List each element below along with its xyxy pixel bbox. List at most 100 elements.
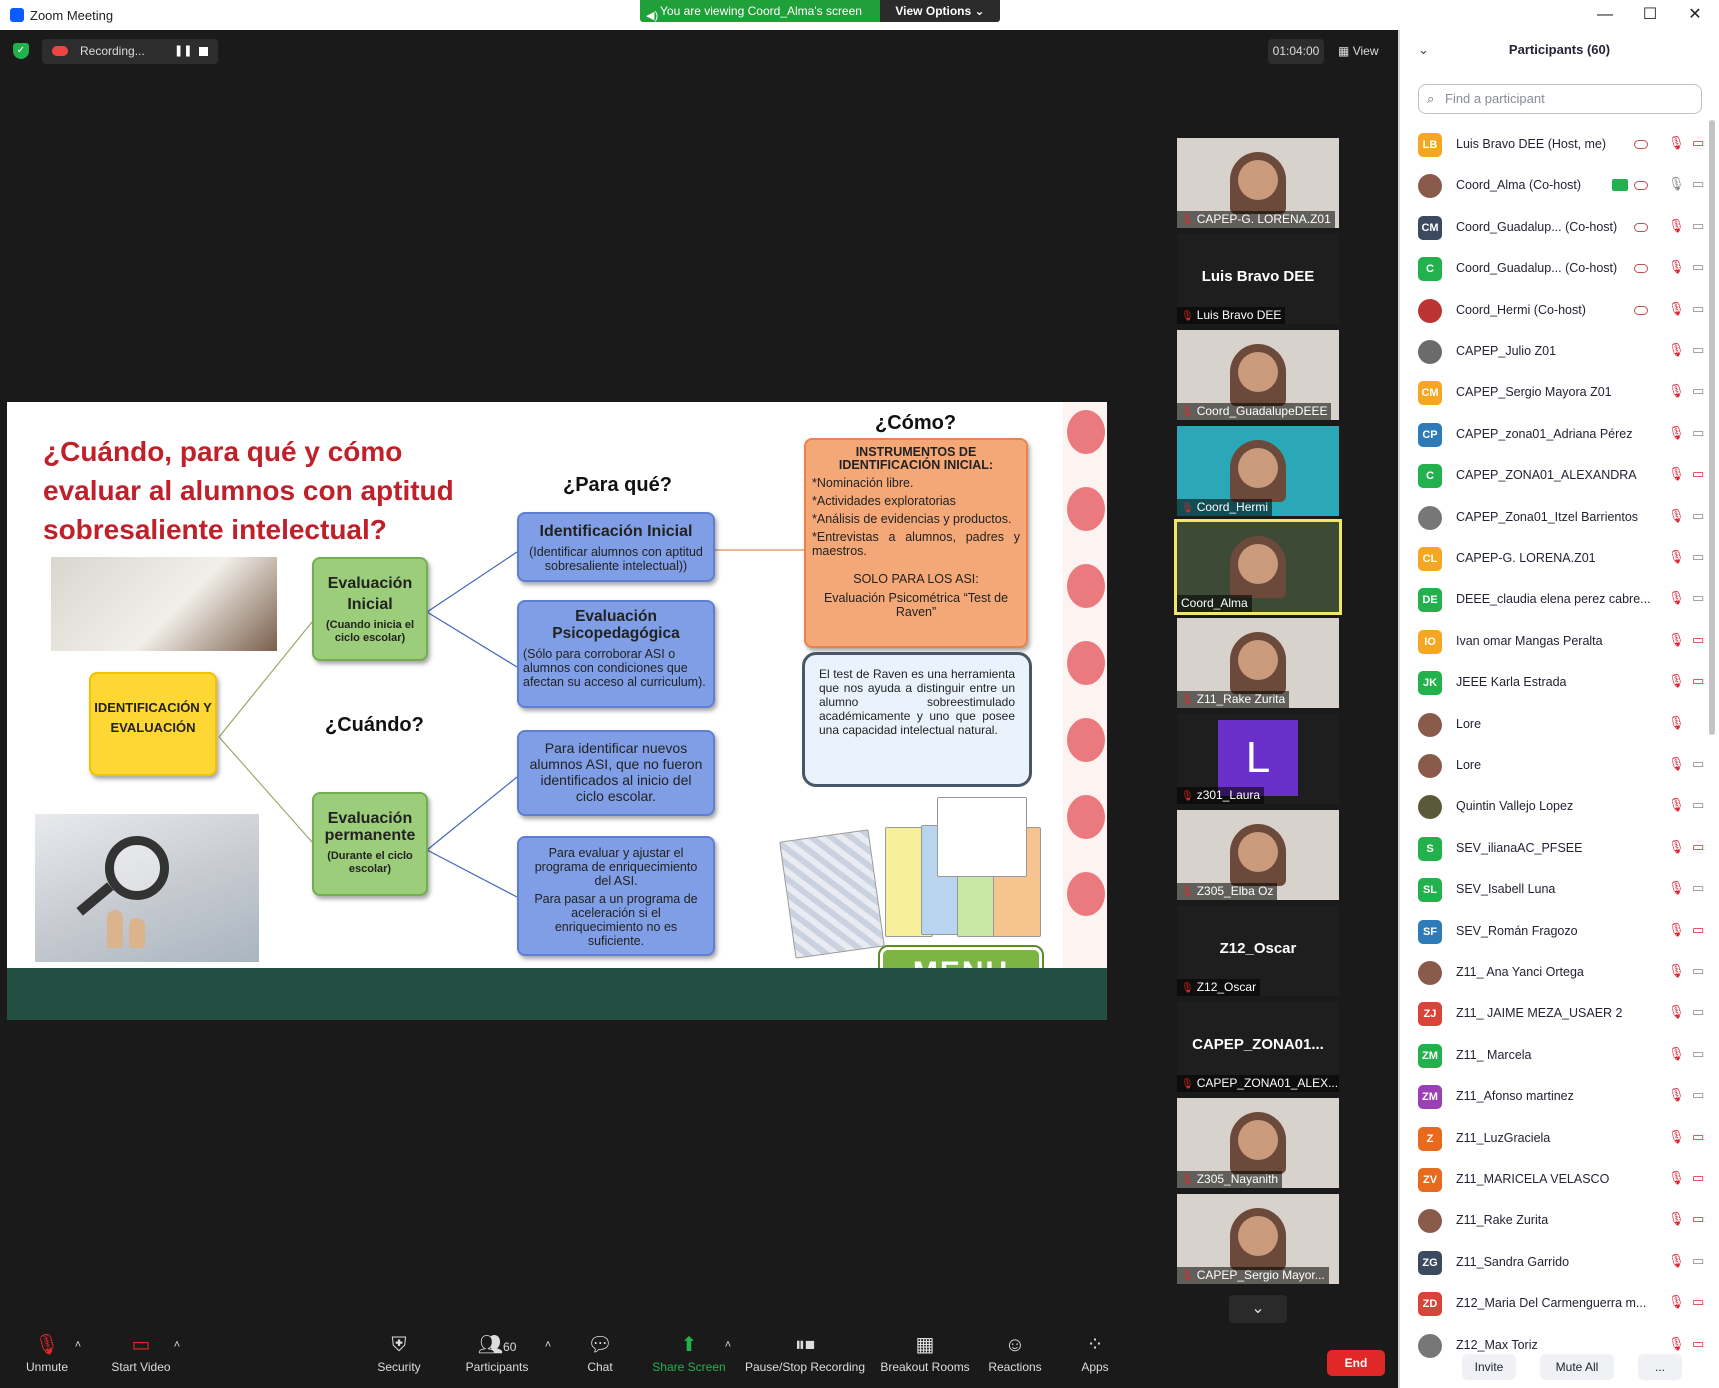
gallery-scroll-down-button[interactable]: ⌄: [1229, 1295, 1287, 1323]
participant-row[interactable]: CP CAPEP_zona01_Adriana Pérez 🎙︎ ▭: [1400, 414, 1710, 455]
video-icon[interactable]: ▭: [1692, 549, 1704, 565]
participant-row[interactable]: CM Coord_Guadalup... (Co-host) 🎙︎ ▭: [1400, 207, 1710, 248]
video-off-icon[interactable]: ▭: [1692, 135, 1704, 151]
participant-row[interactable]: C CAPEP_ZONA01_ALEXANDRA 🎙︎ ▭: [1400, 455, 1710, 496]
participant-row[interactable]: ZD Z12_Maria Del Carmenguerra m... 🎙︎ ▭: [1400, 1283, 1710, 1324]
video-off-icon[interactable]: ▭: [1692, 1336, 1704, 1352]
video-icon[interactable]: ▭: [1692, 756, 1704, 772]
participant-row[interactable]: SL SEV_Isabell Luna 🎙︎ ▭: [1400, 869, 1710, 910]
participant-row[interactable]: CAPEP_Zona01_Itzel Barrientos 🎙︎ ▭: [1400, 497, 1710, 538]
participant-row[interactable]: CM CAPEP_Sergio Mayora Z01 🎙︎ ▭: [1400, 372, 1710, 413]
video-off-icon[interactable]: ▭: [1692, 1211, 1704, 1227]
video-tile[interactable]: 🎙︎ Coord_Hermi: [1177, 426, 1339, 516]
mic-muted-icon[interactable]: 🎙︎: [1668, 1004, 1685, 1020]
mic-muted-icon[interactable]: 🎙︎: [1668, 508, 1685, 524]
video-icon[interactable]: ▭: [1692, 797, 1704, 813]
pause-stop-recording-button[interactable]: ⏸⏹ Pause/Stop Recording: [744, 1328, 866, 1388]
mic-muted-icon[interactable]: 🎙︎: [1668, 1253, 1685, 1269]
participants-button[interactable]: 👥︎60 Participants: [462, 1328, 532, 1388]
participant-row[interactable]: Coord_Alma (Co-host) 🎙︎ ▭: [1400, 165, 1710, 206]
mic-muted-icon[interactable]: 🎙︎: [1668, 797, 1685, 813]
video-icon[interactable]: ▭: [1692, 218, 1704, 234]
participant-row[interactable]: ZG Z11_Sandra Garrido 🎙︎ ▭: [1400, 1242, 1710, 1283]
mic-muted-icon[interactable]: 🎙︎: [1668, 1170, 1685, 1186]
participant-row[interactable]: S SEV_ilianaAC_PFSEE 🎙︎ ▭: [1400, 828, 1710, 869]
participant-row[interactable]: C Coord_Guadalup... (Co-host) 🎙︎ ▭: [1400, 248, 1710, 289]
mic-muted-icon[interactable]: 🎙︎: [1668, 715, 1685, 731]
video-icon[interactable]: ▭: [1692, 259, 1704, 275]
stop-recording-icon[interactable]: [199, 47, 208, 56]
video-icon[interactable]: ▭: [1692, 590, 1704, 606]
pause-recording-icon[interactable]: ❚❚: [174, 39, 192, 64]
breakout-rooms-button[interactable]: ▦ Breakout Rooms: [880, 1328, 970, 1388]
maximize-button[interactable]: ☐: [1630, 2, 1670, 28]
video-tile[interactable]: 🎙︎ Z305_Elba Oz: [1177, 810, 1339, 900]
mic-muted-icon[interactable]: 🎙︎: [1668, 259, 1685, 275]
participant-row[interactable]: Z11_Rake Zurita 🎙︎ ▭: [1400, 1200, 1710, 1241]
participant-row[interactable]: Coord_Hermi (Co-host) 🎙︎ ▭: [1400, 290, 1710, 331]
mic-muted-icon[interactable]: 🎙︎: [1668, 673, 1685, 689]
mic-muted-icon[interactable]: 🎙︎: [1668, 466, 1685, 482]
mic-muted-icon[interactable]: 🎙︎: [1668, 342, 1685, 358]
mic-muted-icon[interactable]: 🎙︎: [1668, 880, 1685, 896]
more-options-button[interactable]: ...: [1638, 1354, 1682, 1380]
participant-row[interactable]: ZJ Z11_ JAIME MEZA_USAER 2 🎙︎ ▭: [1400, 993, 1710, 1034]
security-button[interactable]: ⛨ Security: [366, 1328, 432, 1388]
mic-muted-icon[interactable]: 🎙︎: [1668, 756, 1685, 772]
mic-icon[interactable]: 🎙︎: [1668, 176, 1685, 192]
video-tile[interactable]: L 🎙︎ z301_Laura: [1177, 714, 1339, 804]
participant-row[interactable]: JK JEEE Karla Estrada 🎙︎ ▭: [1400, 662, 1710, 703]
end-meeting-button[interactable]: End: [1327, 1350, 1385, 1376]
invite-button[interactable]: Invite: [1462, 1354, 1516, 1380]
video-off-icon[interactable]: ▭: [1692, 1170, 1704, 1186]
participant-row[interactable]: Z Z11_LuzGraciela 🎙︎ ▭: [1400, 1118, 1710, 1159]
video-off-icon[interactable]: ▭: [1692, 632, 1704, 648]
video-icon[interactable]: ▭: [1692, 342, 1704, 358]
video-icon[interactable]: ▭: [1692, 383, 1704, 399]
participant-row[interactable]: DE DEEE_claudia elena perez cabre... 🎙︎ ▭: [1400, 579, 1710, 620]
chat-button[interactable]: 💬︎ Chat: [580, 1328, 620, 1388]
mic-muted-icon[interactable]: 🎙︎: [1668, 1087, 1685, 1103]
security-shield-icon[interactable]: ✓: [13, 43, 29, 59]
video-icon[interactable]: ▭: [1692, 1087, 1704, 1103]
video-tile[interactable]: 🎙︎ CAPEP_Sergio Mayor...: [1177, 1194, 1339, 1284]
video-icon[interactable]: ▭: [1692, 1253, 1704, 1269]
apps-button[interactable]: ⁘ Apps: [1080, 1328, 1110, 1388]
video-icon[interactable]: ▭: [1692, 1046, 1704, 1062]
participant-row[interactable]: Quintin Vallejo Lopez 🎙︎ ▭: [1400, 786, 1710, 827]
mic-muted-icon[interactable]: 🎙︎: [1668, 1046, 1685, 1062]
video-tile[interactable]: CAPEP_ZONA01... 🎙︎ CAPEP_ZONA01_ALEX...: [1177, 1002, 1339, 1092]
participant-row[interactable]: CL CAPEP-G. LORENA.Z01 🎙︎ ▭: [1400, 538, 1710, 579]
participant-row[interactable]: ZV Z11_MARICELA VELASCO 🎙︎ ▭: [1400, 1159, 1710, 1200]
video-icon[interactable]: ▭: [1692, 301, 1704, 317]
video-tile[interactable]: Z12_Oscar 🎙︎ Z12_Oscar: [1177, 906, 1339, 996]
unmute-button[interactable]: 🎙︎ Unmute: [18, 1328, 76, 1388]
participant-row[interactable]: LB Luis Bravo DEE (Host, me) 🎙︎ ▭: [1400, 124, 1710, 165]
video-off-icon[interactable]: ▭: [1692, 466, 1704, 482]
video-off-icon[interactable]: ▭: [1692, 922, 1704, 938]
participant-row[interactable]: Z11_ Ana Yanci Ortega 🎙︎ ▭: [1400, 952, 1710, 993]
video-tile[interactable]: Coord_Alma: [1174, 519, 1342, 615]
mic-muted-icon[interactable]: 🎙︎: [1668, 218, 1685, 234]
mic-muted-icon[interactable]: 🎙︎: [1668, 383, 1685, 399]
video-icon[interactable]: ▭: [1692, 880, 1704, 896]
participant-row[interactable]: CAPEP_Julio Z01 🎙︎ ▭: [1400, 331, 1710, 372]
video-icon[interactable]: ▭: [1692, 425, 1704, 441]
video-tile[interactable]: 🎙︎ CAPEP-G. LORENA.Z01: [1177, 138, 1339, 228]
share-screen-button[interactable]: ⬆ Share Screen: [650, 1328, 728, 1388]
mic-muted-icon[interactable]: 🎙︎: [1668, 1294, 1685, 1310]
video-options-caret[interactable]: ˄: [171, 1328, 183, 1388]
participant-row[interactable]: ZM Z11_Afonso martinez 🎙︎ ▭: [1400, 1076, 1710, 1117]
mic-muted-icon[interactable]: 🎙︎: [1668, 549, 1685, 565]
mute-all-button[interactable]: Mute All: [1540, 1354, 1614, 1380]
mic-muted-icon[interactable]: 🎙︎: [1668, 301, 1685, 317]
video-icon[interactable]: ▭: [1692, 508, 1704, 524]
participant-row[interactable]: ZM Z11_ Marcela 🎙︎ ▭: [1400, 1035, 1710, 1076]
mic-muted-icon[interactable]: 🎙︎: [1668, 922, 1685, 938]
video-off-icon[interactable]: ▭: [1692, 673, 1704, 689]
mic-muted-icon[interactable]: 🎙︎: [1668, 1129, 1685, 1145]
video-off-icon[interactable]: ▭: [1692, 1129, 1704, 1145]
mic-muted-icon[interactable]: 🎙︎: [1668, 135, 1685, 151]
close-button[interactable]: ✕: [1675, 2, 1715, 28]
video-tile[interactable]: 🎙︎ Z11_Rake Zurita: [1177, 618, 1339, 708]
